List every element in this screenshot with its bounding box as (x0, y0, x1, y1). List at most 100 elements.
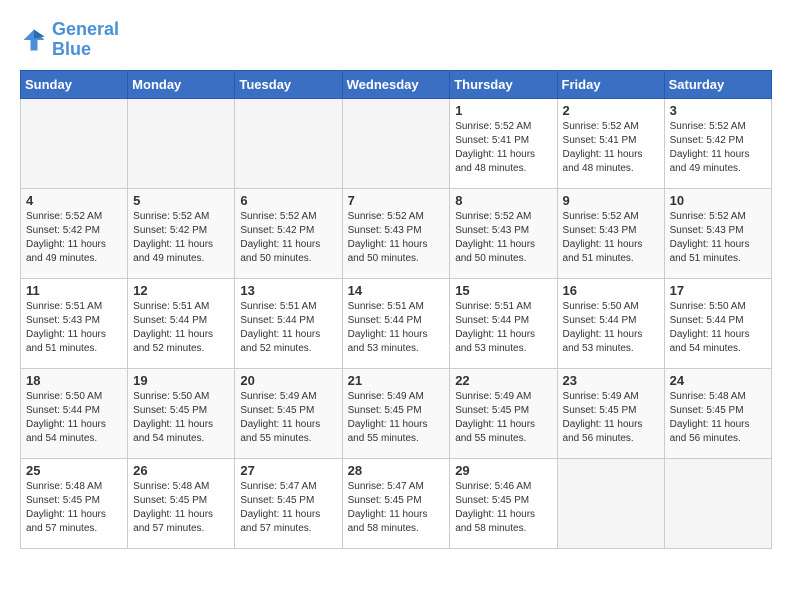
calendar-cell (235, 98, 342, 188)
day-info: Sunrise: 5:52 AM Sunset: 5:43 PM Dayligh… (670, 210, 766, 266)
day-number: 12 (133, 283, 229, 298)
day-number: 24 (670, 373, 766, 388)
calendar-cell: 17Sunrise: 5:50 AM Sunset: 5:44 PM Dayli… (664, 278, 771, 368)
day-info: Sunrise: 5:52 AM Sunset: 5:42 PM Dayligh… (240, 210, 336, 266)
day-info: Sunrise: 5:49 AM Sunset: 5:45 PM Dayligh… (240, 390, 336, 446)
calendar-cell (21, 98, 128, 188)
day-header-saturday: Saturday (664, 70, 771, 98)
day-number: 15 (455, 283, 551, 298)
calendar-cell: 3 Sunrise: 5:52 AM Sunset: 5:42 PM Daylig… (664, 98, 771, 188)
logo: General Blue (20, 20, 119, 60)
week-row-4: 18 Sunrise: 5:50 AM Sunset: 5:44 PM Dayli… (21, 368, 772, 458)
day-number: 22 (455, 373, 551, 388)
day-info: Sunrise: 5:52 AM Sunset: 5:41 PM Dayligh… (455, 120, 551, 176)
calendar-cell: 24 Sunrise: 5:48 AM Sunset: 5:45 PM Dayli… (664, 368, 771, 458)
day-header-wednesday: Wednesday (342, 70, 450, 98)
day-number: 20 (240, 373, 336, 388)
week-row-5: 25 Sunrise: 5:48 AM Sunset: 5:45 PM Dayli… (21, 458, 772, 548)
day-info: Sunrise: 5:50 AM Sunset: 5:44 PM Dayligh… (26, 390, 122, 446)
day-number: 10 (670, 193, 766, 208)
day-info: Sunrise: 5:50 AM Sunset: 5:44 PM Dayligh… (563, 300, 659, 356)
calendar-cell: 4Sunrise: 5:52 AM Sunset: 5:42 PM Daylig… (21, 188, 128, 278)
day-info: Sunrise: 5:52 AM Sunset: 5:42 PM Dayligh… (133, 210, 229, 266)
day-info: Sunrise: 5:50 AM Sunset: 5:45 PM Dayligh… (133, 390, 229, 446)
day-info: Sunrise: 5:52 AM Sunset: 5:42 PM Dayligh… (670, 120, 766, 176)
day-info: Sunrise: 5:51 AM Sunset: 5:44 PM Dayligh… (348, 300, 445, 356)
header-row: SundayMondayTuesdayWednesdayThursdayFrid… (21, 70, 772, 98)
day-info: Sunrise: 5:48 AM Sunset: 5:45 PM Dayligh… (133, 480, 229, 536)
day-number: 27 (240, 463, 336, 478)
day-header-sunday: Sunday (21, 70, 128, 98)
calendar-cell: 15 Sunrise: 5:51 AM Sunset: 5:44 PM Dayli… (450, 278, 557, 368)
day-info: Sunrise: 5:51 AM Sunset: 5:44 PM Dayligh… (133, 300, 229, 356)
day-number: 1 (455, 103, 551, 118)
day-number: 26 (133, 463, 229, 478)
day-number: 19 (133, 373, 229, 388)
week-row-1: 1 Sunrise: 5:52 AM Sunset: 5:41 PM Daylig… (21, 98, 772, 188)
calendar-cell (664, 458, 771, 548)
calendar-cell: 14 Sunrise: 5:51 AM Sunset: 5:44 PM Dayli… (342, 278, 450, 368)
calendar-cell: 11Sunrise: 5:51 AM Sunset: 5:43 PM Dayli… (21, 278, 128, 368)
day-info: Sunrise: 5:47 AM Sunset: 5:45 PM Dayligh… (348, 480, 445, 536)
day-info: Sunrise: 5:52 AM Sunset: 5:41 PM Dayligh… (563, 120, 659, 176)
day-number: 2 (563, 103, 659, 118)
calendar-cell (342, 98, 450, 188)
day-info: Sunrise: 5:51 AM Sunset: 5:44 PM Dayligh… (455, 300, 551, 356)
calendar-cell: 21Sunrise: 5:49 AM Sunset: 5:45 PM Dayli… (342, 368, 450, 458)
week-row-2: 4 Sunrise: 5:52 AM Sunset: 5:42 PM Daylig… (21, 188, 772, 278)
calendar-cell: 25 Sunrise: 5:48 AM Sunset: 5:45 PM Dayli… (21, 458, 128, 548)
calendar-cell: 19 Sunrise: 5:50 AM Sunset: 5:45 PM Dayli… (128, 368, 235, 458)
day-number: 8 (455, 193, 551, 208)
calendar-cell: 8 Sunrise: 5:52 AM Sunset: 5:43 PM Daylig… (450, 188, 557, 278)
logo-icon (20, 26, 48, 54)
logo-text: General Blue (52, 20, 119, 60)
page-header: General Blue (20, 20, 772, 60)
day-number: 6 (240, 193, 336, 208)
calendar-cell (128, 98, 235, 188)
day-header-monday: Monday (128, 70, 235, 98)
day-info: Sunrise: 5:52 AM Sunset: 5:43 PM Dayligh… (455, 210, 551, 266)
calendar-cell: 6 Sunrise: 5:52 AM Sunset: 5:42 PM Daylig… (235, 188, 342, 278)
calendar-cell: 9Sunrise: 5:52 AM Sunset: 5:43 PM Daylig… (557, 188, 664, 278)
day-number: 4 (26, 193, 122, 208)
day-info: Sunrise: 5:49 AM Sunset: 5:45 PM Dayligh… (348, 390, 445, 446)
calendar-cell: 22 Sunrise: 5:49 AM Sunset: 5:45 PM Dayli… (450, 368, 557, 458)
calendar-cell: 20 Sunrise: 5:49 AM Sunset: 5:45 PM Dayli… (235, 368, 342, 458)
calendar-header: SundayMondayTuesdayWednesdayThursdayFrid… (21, 70, 772, 98)
calendar-cell: 26 Sunrise: 5:48 AM Sunset: 5:45 PM Dayli… (128, 458, 235, 548)
day-number: 11 (26, 283, 122, 298)
calendar-cell: 2 Sunrise: 5:52 AM Sunset: 5:41 PM Daylig… (557, 98, 664, 188)
day-info: Sunrise: 5:49 AM Sunset: 5:45 PM Dayligh… (455, 390, 551, 446)
calendar-cell: 7 Sunrise: 5:52 AM Sunset: 5:43 PM Daylig… (342, 188, 450, 278)
calendar-table: SundayMondayTuesdayWednesdayThursdayFrid… (20, 70, 772, 549)
day-number: 3 (670, 103, 766, 118)
day-number: 23 (563, 373, 659, 388)
day-info: Sunrise: 5:47 AM Sunset: 5:45 PM Dayligh… (240, 480, 336, 536)
calendar-cell: 10 Sunrise: 5:52 AM Sunset: 5:43 PM Dayli… (664, 188, 771, 278)
calendar-cell: 16Sunrise: 5:50 AM Sunset: 5:44 PM Dayli… (557, 278, 664, 368)
day-number: 14 (348, 283, 445, 298)
day-info: Sunrise: 5:48 AM Sunset: 5:45 PM Dayligh… (670, 390, 766, 446)
day-number: 18 (26, 373, 122, 388)
calendar-cell: 29Sunrise: 5:46 AM Sunset: 5:45 PM Dayli… (450, 458, 557, 548)
day-number: 17 (670, 283, 766, 298)
day-number: 7 (348, 193, 445, 208)
day-info: Sunrise: 5:48 AM Sunset: 5:45 PM Dayligh… (26, 480, 122, 536)
day-info: Sunrise: 5:51 AM Sunset: 5:44 PM Dayligh… (240, 300, 336, 356)
calendar-cell: 27 Sunrise: 5:47 AM Sunset: 5:45 PM Dayli… (235, 458, 342, 548)
calendar-cell: 28Sunrise: 5:47 AM Sunset: 5:45 PM Dayli… (342, 458, 450, 548)
calendar-cell: 12 Sunrise: 5:51 AM Sunset: 5:44 PM Dayli… (128, 278, 235, 368)
day-info: Sunrise: 5:52 AM Sunset: 5:43 PM Dayligh… (348, 210, 445, 266)
day-header-friday: Friday (557, 70, 664, 98)
day-number: 25 (26, 463, 122, 478)
calendar-cell (557, 458, 664, 548)
day-info: Sunrise: 5:46 AM Sunset: 5:45 PM Dayligh… (455, 480, 551, 536)
day-number: 5 (133, 193, 229, 208)
calendar-body: 1 Sunrise: 5:52 AM Sunset: 5:41 PM Daylig… (21, 98, 772, 548)
day-header-tuesday: Tuesday (235, 70, 342, 98)
calendar-cell: 13Sunrise: 5:51 AM Sunset: 5:44 PM Dayli… (235, 278, 342, 368)
day-info: Sunrise: 5:49 AM Sunset: 5:45 PM Dayligh… (563, 390, 659, 446)
day-number: 9 (563, 193, 659, 208)
calendar-cell: 23 Sunrise: 5:49 AM Sunset: 5:45 PM Dayli… (557, 368, 664, 458)
day-header-thursday: Thursday (450, 70, 557, 98)
